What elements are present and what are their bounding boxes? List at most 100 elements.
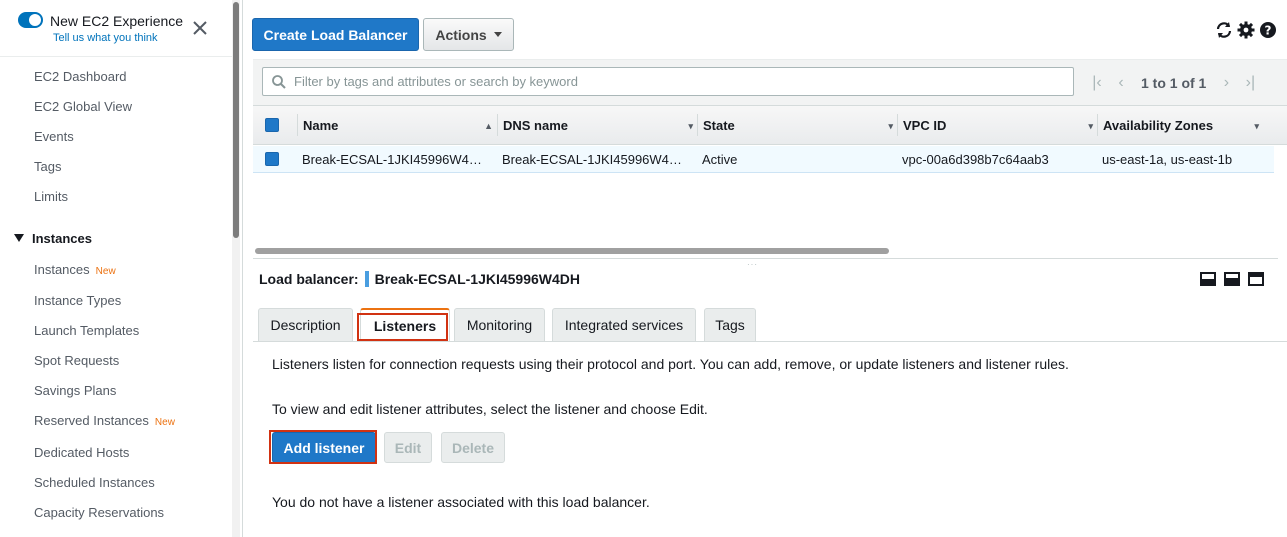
select-all-checkbox[interactable] <box>265 118 279 132</box>
sort-icon: ▾ <box>1254 121 1259 131</box>
search-icon <box>272 75 286 89</box>
listeners-edit-info-text: To view and edit listener attributes, se… <box>272 401 708 417</box>
tab-integrated-services[interactable]: Integrated services <box>552 308 696 341</box>
tab-tags[interactable]: Tags <box>704 308 756 341</box>
svg-text:?: ? <box>1265 24 1272 38</box>
sidebar-item-tags[interactable]: Tags <box>34 159 61 174</box>
sidebar-item-label: Instance Types <box>34 293 122 308</box>
pager: |‹ ‹ 1 to 1 of 1 › ›| <box>1085 74 1262 92</box>
pager-text: 1 to 1 of 1 <box>1141 75 1207 91</box>
sort-asc-icon: ▲ <box>484 121 493 131</box>
sort-icon: ▾ <box>1088 121 1093 131</box>
new-experience-label: New EC2 Experience <box>50 13 184 29</box>
tab-monitoring[interactable]: Monitoring <box>454 308 545 341</box>
panel-maximize-icon[interactable] <box>1248 272 1264 286</box>
sidebar-item-label: Savings Plans <box>34 383 117 398</box>
delete-listener-button[interactable]: Delete <box>441 432 505 463</box>
sidebar-item-spot-requests[interactable]: Spot Requests <box>34 353 119 368</box>
column-header-dns-name[interactable]: DNS name ▾ <box>497 106 693 144</box>
no-listener-message: You do not have a listener associated wi… <box>272 494 650 510</box>
load-balancer-header: Load balancer: Break-ECSAL-1JKI45996W4DH <box>259 271 580 287</box>
sidebar-section-label: Instances <box>32 231 92 246</box>
sidebar-item-launch-templates[interactable]: Launch Templates <box>34 323 139 338</box>
cell-dns-name: Break-ECSAL-1JKI45996W4… <box>502 152 682 167</box>
new-badge: New <box>95 266 116 277</box>
load-balancer-name: Break-ECSAL-1JKI45996W4DH <box>374 271 581 287</box>
column-label: DNS name <box>503 117 569 133</box>
last-page-icon[interactable]: ›| <box>1238 74 1262 92</box>
table-row[interactable]: Break-ECSAL-1JKI45996W4… Break-ECSAL-1JK… <box>253 146 1274 173</box>
edit-listener-button[interactable]: Edit <box>384 432 432 463</box>
sidebar-item-label: Spot Requests <box>34 353 120 368</box>
sidebar-item-ec2-global-view[interactable]: EC2 Global View <box>34 99 132 114</box>
sidebar-item-label: Scheduled Instances <box>34 475 155 490</box>
sidebar-item-label: Capacity Reservations <box>34 505 165 520</box>
panel-minimize-icon[interactable] <box>1200 272 1216 286</box>
split-pane-divider[interactable] <box>253 258 1278 259</box>
create-load-balancer-button[interactable]: Create Load Balancer <box>252 18 419 51</box>
load-balancer-label: Load balancer: <box>259 271 359 287</box>
sidebar-item-savings-plans[interactable]: Savings Plans <box>34 383 116 398</box>
row-checkbox[interactable] <box>265 152 279 166</box>
split-pane-grip-icon[interactable]: ··· <box>747 260 758 269</box>
sidebar-item-instances[interactable]: Instances New <box>34 262 116 277</box>
next-page-icon[interactable]: › <box>1214 74 1238 92</box>
actions-dropdown[interactable]: Actions <box>423 18 514 51</box>
search-input[interactable] <box>292 71 1062 92</box>
sidebar-item-scheduled-instances[interactable]: Scheduled Instances <box>34 475 155 490</box>
new-experience-toggle[interactable] <box>18 12 43 28</box>
toolbar-icons: ? <box>1214 20 1278 40</box>
sidebar-item-label: Launch Templates <box>34 323 140 338</box>
first-page-icon[interactable]: |‹ <box>1085 74 1109 92</box>
panel-layout-icons <box>1200 272 1264 286</box>
filter-bar: |‹ ‹ 1 to 1 of 1 › ›| <box>253 59 1287 105</box>
new-badge: New <box>154 417 175 428</box>
sidebar-item-label: Dedicated Hosts <box>34 445 130 460</box>
cell-vpc-id: vpc-00a6d398b7c64aab3 <box>902 152 1049 167</box>
sidebar-item-label: Instances <box>34 262 90 277</box>
sidebar-item-dedicated-hosts[interactable]: Dedicated Hosts <box>34 445 129 460</box>
settings-icon[interactable] <box>1236 20 1256 40</box>
close-icon[interactable] <box>191 19 209 37</box>
column-label: Availability Zones <box>1103 117 1214 133</box>
add-listener-highlight <box>269 430 377 464</box>
column-header-vpc-id[interactable]: VPC ID ▾ <box>897 106 1093 144</box>
sidebar-item-label: Reserved Instances <box>34 413 149 428</box>
caret-down-icon <box>493 32 502 37</box>
column-header-availability-zones[interactable]: Availability Zones ▾ <box>1097 106 1259 144</box>
refresh-icon[interactable] <box>1214 20 1234 40</box>
sidebar-item-instance-types[interactable]: Instance Types <box>34 293 121 308</box>
column-label: Name <box>303 117 339 133</box>
main-content: Create Load Balancer Actions ? Filter by… <box>244 0 1287 537</box>
tab-description[interactable]: Description <box>258 308 353 341</box>
selection-marker <box>364 271 369 287</box>
sidebar-item-reserved-instances[interactable]: Reserved Instances New <box>34 413 175 428</box>
search-box <box>262 67 1074 96</box>
actions-label: Actions <box>435 26 487 43</box>
sidebar-scrollbar-thumb[interactable] <box>233 2 239 238</box>
column-header-state[interactable]: State ▾ <box>697 106 893 144</box>
feedback-link[interactable]: Tell us what you think <box>53 32 158 44</box>
help-icon[interactable]: ? <box>1258 20 1278 40</box>
new-experience-toggle-row: New EC2 Experience Tell us what you thin… <box>0 0 232 57</box>
sidebar-item-capacity-reservations[interactable]: Capacity Reservations <box>34 505 164 520</box>
sidebar-item-limits[interactable]: Limits <box>34 189 68 204</box>
caret-down-icon <box>14 234 24 242</box>
prev-page-icon[interactable]: ‹ <box>1109 74 1133 92</box>
sort-icon: ▾ <box>888 121 893 131</box>
sidebar-item-ec2-dashboard[interactable]: EC2 Dashboard <box>34 69 127 84</box>
column-label: State <box>703 117 735 133</box>
column-label: VPC ID <box>903 117 947 133</box>
table-header: Name ▲ DNS name ▾ State ▾ VPC ID ▾ Availabil… <box>253 105 1287 145</box>
cell-state: Active <box>702 152 738 167</box>
sort-icon: ▾ <box>688 121 693 131</box>
sidebar-item-events[interactable]: Events <box>34 129 74 144</box>
cell-name: Break-ECSAL-1JKI45996W4… <box>302 152 482 167</box>
panel-split-icon[interactable] <box>1224 272 1240 286</box>
cell-availability-zones: us-east-1a, us-east-1b <box>1102 152 1233 167</box>
sidebar-section-instances[interactable]: Instances <box>14 231 92 246</box>
sidebar-scrollbar[interactable] <box>232 0 240 537</box>
sidebar: New EC2 Experience Tell us what you thin… <box>0 0 243 537</box>
column-header-name[interactable]: Name ▲ <box>297 106 493 144</box>
table-horizontal-scrollbar[interactable] <box>255 248 889 254</box>
